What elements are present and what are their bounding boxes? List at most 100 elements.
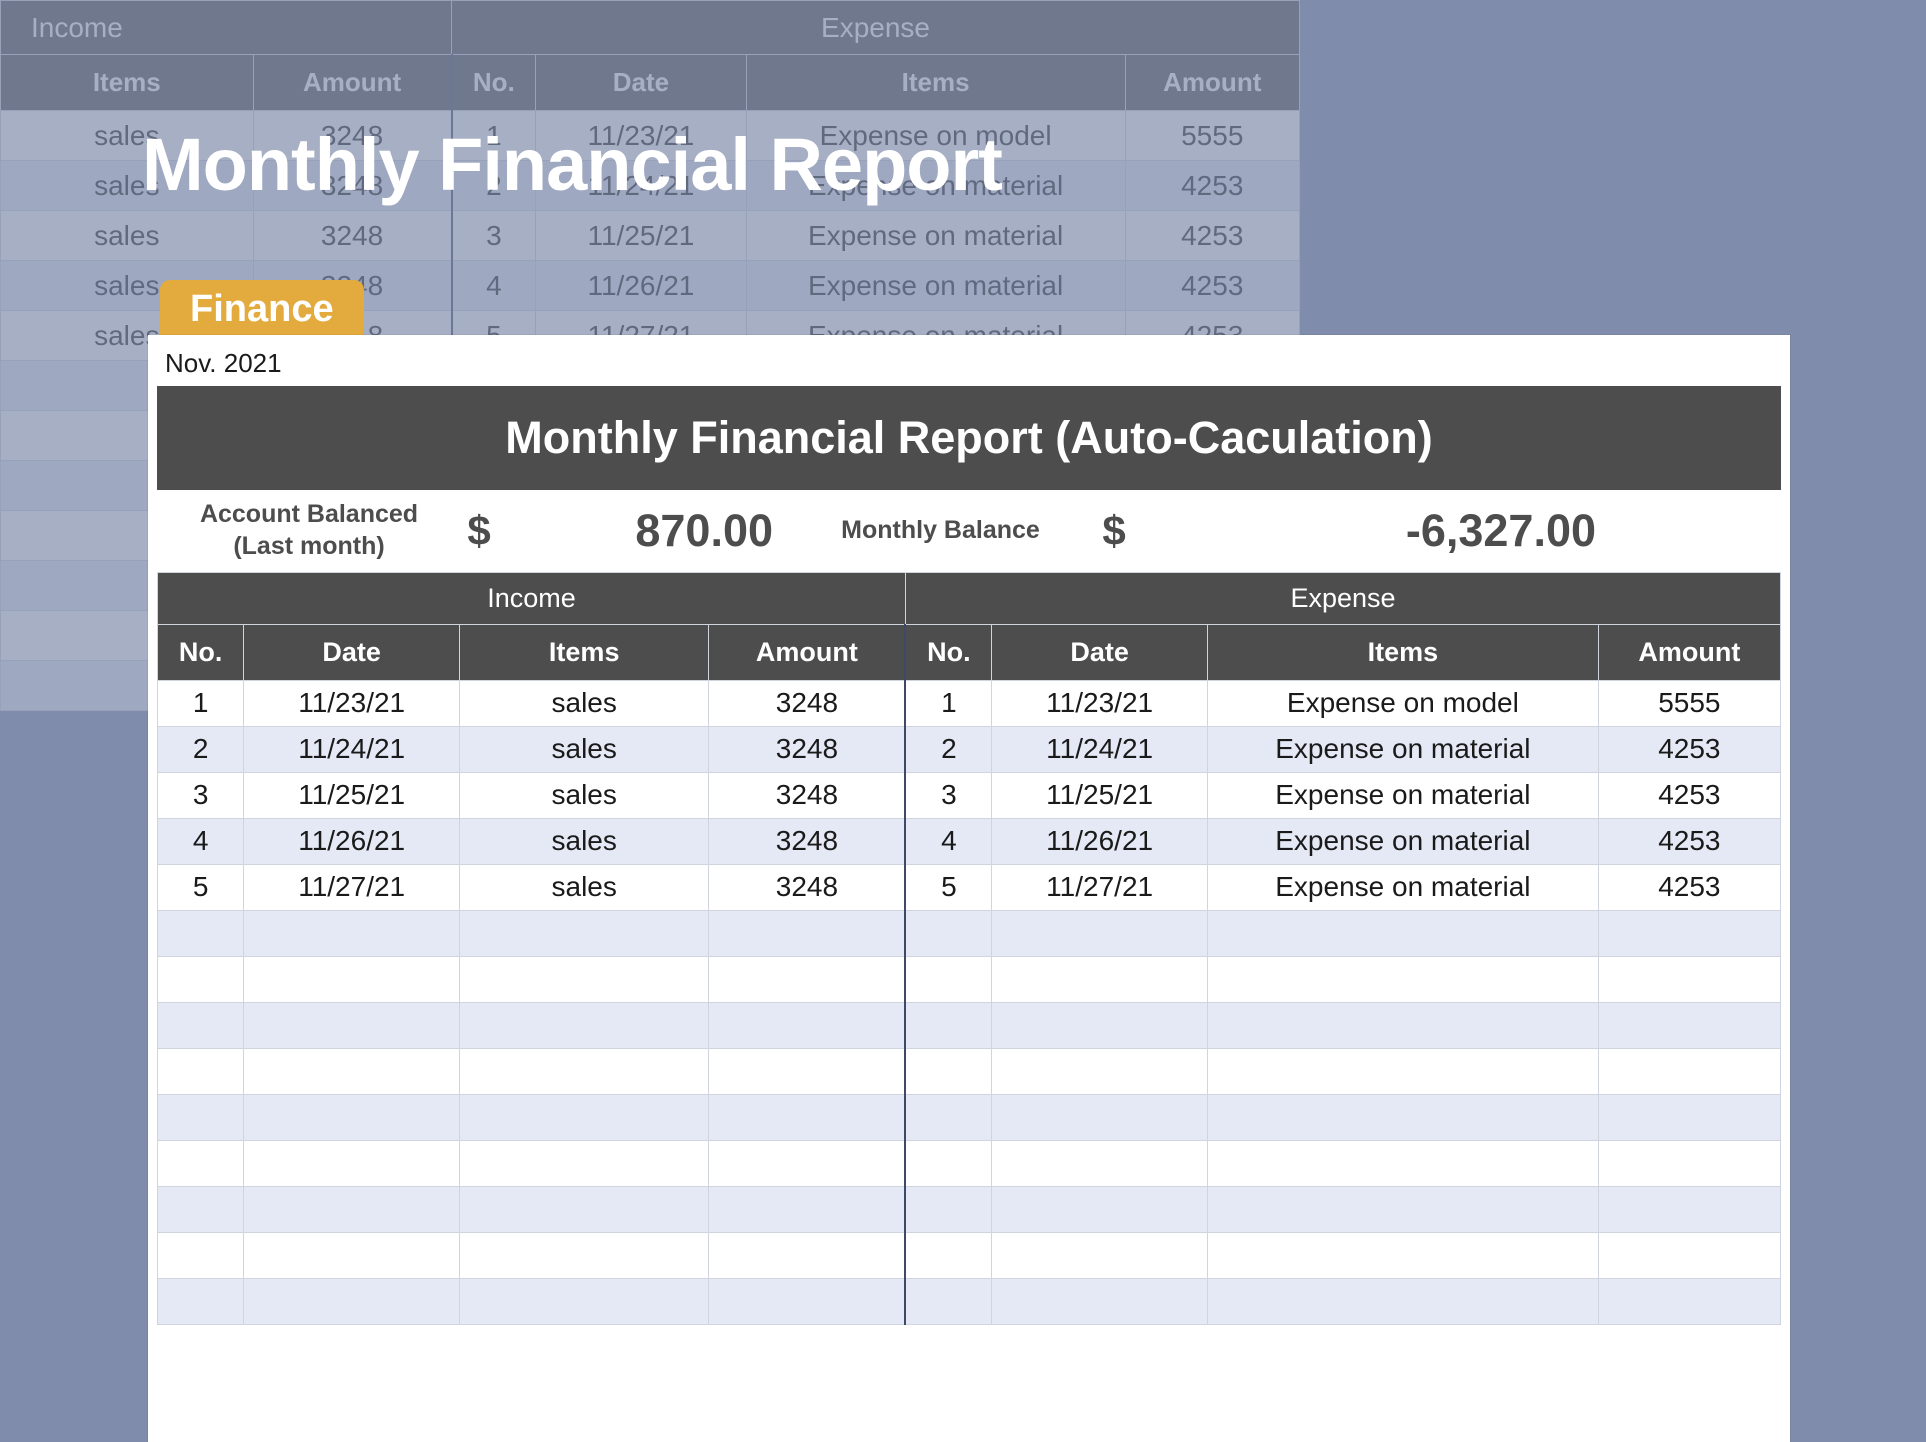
report-cell-ex-amount[interactable]: 4253	[1598, 726, 1780, 772]
table-row[interactable]	[158, 1048, 1781, 1094]
report-cell-in-no[interactable]	[158, 1140, 244, 1186]
report-cell-in-date[interactable]: 11/27/21	[244, 864, 460, 910]
report-cell-ex-amount[interactable]: 4253	[1598, 818, 1780, 864]
report-cell-ex-date[interactable]	[992, 1186, 1208, 1232]
report-cell-in-amount[interactable]	[709, 1002, 906, 1048]
table-row[interactable]	[158, 1094, 1781, 1140]
table-row[interactable]	[158, 1278, 1781, 1324]
report-cell-ex-no[interactable]	[905, 1002, 991, 1048]
report-cell-in-items[interactable]	[460, 910, 709, 956]
report-cell-in-items[interactable]: sales	[460, 680, 709, 726]
report-cell-in-items[interactable]	[460, 1094, 709, 1140]
table-row[interactable]: 511/27/21sales3248511/27/21Expense on ma…	[158, 864, 1781, 910]
table-row[interactable]	[158, 1232, 1781, 1278]
report-cell-ex-no[interactable]	[905, 1232, 991, 1278]
report-cell-in-date[interactable]: 11/25/21	[244, 772, 460, 818]
report-cell-ex-no[interactable]	[905, 1186, 991, 1232]
table-row[interactable]	[158, 1002, 1781, 1048]
report-cell-ex-amount[interactable]: 4253	[1598, 864, 1780, 910]
report-cell-ex-date[interactable]: 11/23/21	[992, 680, 1208, 726]
report-cell-ex-date[interactable]: 11/27/21	[992, 864, 1208, 910]
report-cell-ex-no[interactable]	[905, 1140, 991, 1186]
report-cell-ex-amount[interactable]	[1598, 956, 1780, 1002]
report-cell-ex-no[interactable]: 4	[905, 818, 991, 864]
report-cell-in-no[interactable]	[158, 1186, 244, 1232]
report-cell-in-date[interactable]	[244, 1140, 460, 1186]
report-cell-ex-no[interactable]	[905, 910, 991, 956]
report-cell-in-amount[interactable]	[709, 1048, 906, 1094]
report-cell-in-amount[interactable]	[709, 910, 906, 956]
report-cell-ex-amount[interactable]: 4253	[1598, 772, 1780, 818]
report-cell-in-items[interactable]: sales	[460, 726, 709, 772]
report-cell-in-amount[interactable]	[709, 1140, 906, 1186]
report-cell-in-items[interactable]	[460, 956, 709, 1002]
report-cell-in-items[interactable]	[460, 1232, 709, 1278]
report-cell-in-date[interactable]	[244, 1232, 460, 1278]
table-row[interactable]: 411/26/21sales3248411/26/21Expense on ma…	[158, 818, 1781, 864]
report-cell-ex-date[interactable]: 11/26/21	[992, 818, 1208, 864]
report-cell-ex-no[interactable]: 3	[905, 772, 991, 818]
report-cell-ex-date[interactable]	[992, 1140, 1208, 1186]
report-cell-in-no[interactable]	[158, 1232, 244, 1278]
report-cell-ex-date[interactable]	[992, 956, 1208, 1002]
report-cell-ex-date[interactable]	[992, 1002, 1208, 1048]
report-cell-ex-items[interactable]	[1208, 1048, 1599, 1094]
report-cell-ex-items[interactable]: Expense on material	[1208, 864, 1599, 910]
report-cell-ex-no[interactable]: 1	[905, 680, 991, 726]
report-cell-ex-items[interactable]: Expense on material	[1208, 726, 1599, 772]
report-cell-in-amount[interactable]	[709, 1186, 906, 1232]
report-cell-ex-items[interactable]	[1208, 1094, 1599, 1140]
table-row[interactable]: 111/23/21sales3248111/23/21Expense on mo…	[158, 680, 1781, 726]
table-row[interactable]: 311/25/21sales3248311/25/21Expense on ma…	[158, 772, 1781, 818]
report-cell-ex-no[interactable]: 2	[905, 726, 991, 772]
report-cell-in-items[interactable]: sales	[460, 818, 709, 864]
report-cell-ex-items[interactable]	[1208, 1186, 1599, 1232]
report-cell-in-no[interactable]: 5	[158, 864, 244, 910]
report-cell-in-no[interactable]	[158, 910, 244, 956]
report-cell-in-date[interactable]	[244, 1094, 460, 1140]
report-cell-in-amount[interactable]	[709, 956, 906, 1002]
report-cell-in-date[interactable]: 11/23/21	[244, 680, 460, 726]
report-cell-in-amount[interactable]	[709, 1232, 906, 1278]
report-cell-in-date[interactable]: 11/26/21	[244, 818, 460, 864]
report-cell-ex-items[interactable]	[1208, 956, 1599, 1002]
report-cell-in-amount[interactable]	[709, 1278, 906, 1324]
table-row[interactable]	[158, 956, 1781, 1002]
report-cell-in-items[interactable]: sales	[460, 772, 709, 818]
report-cell-in-date[interactable]	[244, 910, 460, 956]
report-cell-ex-amount[interactable]	[1598, 1140, 1780, 1186]
report-cell-ex-amount[interactable]: 5555	[1598, 680, 1780, 726]
report-cell-in-date[interactable]	[244, 956, 460, 1002]
report-cell-ex-date[interactable]	[992, 1094, 1208, 1140]
report-cell-in-no[interactable]	[158, 1002, 244, 1048]
report-cell-in-amount[interactable]: 3248	[709, 864, 906, 910]
report-cell-ex-items[interactable]	[1208, 1002, 1599, 1048]
table-row[interactable]: 211/24/21sales3248211/24/21Expense on ma…	[158, 726, 1781, 772]
report-cell-ex-items[interactable]	[1208, 1278, 1599, 1324]
report-cell-in-amount[interactable]: 3248	[709, 680, 906, 726]
report-cell-ex-amount[interactable]	[1598, 910, 1780, 956]
report-cell-in-amount[interactable]	[709, 1094, 906, 1140]
report-cell-ex-items[interactable]: Expense on model	[1208, 680, 1599, 726]
report-cell-in-items[interactable]	[460, 1140, 709, 1186]
table-row[interactable]	[158, 1186, 1781, 1232]
report-cell-ex-no[interactable]	[905, 956, 991, 1002]
report-cell-in-items[interactable]	[460, 1186, 709, 1232]
report-cell-ex-items[interactable]	[1208, 1140, 1599, 1186]
report-cell-in-no[interactable]: 3	[158, 772, 244, 818]
report-cell-in-items[interactable]	[460, 1048, 709, 1094]
report-cell-ex-items[interactable]: Expense on material	[1208, 772, 1599, 818]
report-cell-ex-amount[interactable]	[1598, 1186, 1780, 1232]
report-cell-in-items[interactable]	[460, 1002, 709, 1048]
report-cell-in-amount[interactable]: 3248	[709, 726, 906, 772]
report-cell-in-amount[interactable]: 3248	[709, 818, 906, 864]
report-cell-in-no[interactable]	[158, 1278, 244, 1324]
report-cell-in-date[interactable]	[244, 1278, 460, 1324]
report-cell-in-no[interactable]: 4	[158, 818, 244, 864]
report-cell-ex-date[interactable]	[992, 910, 1208, 956]
report-cell-in-no[interactable]: 2	[158, 726, 244, 772]
report-cell-ex-date[interactable]	[992, 1278, 1208, 1324]
report-cell-ex-amount[interactable]	[1598, 1094, 1780, 1140]
report-cell-ex-items[interactable]	[1208, 1232, 1599, 1278]
report-cell-ex-no[interactable]	[905, 1048, 991, 1094]
